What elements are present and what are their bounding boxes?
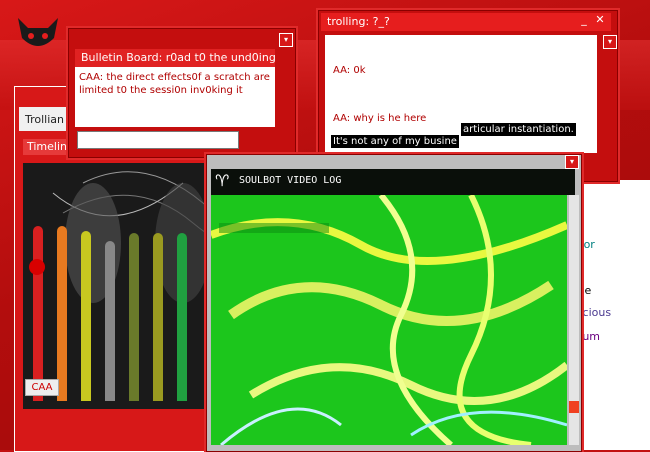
chat-line: AA: why is he here (333, 113, 427, 124)
minimize-icon[interactable]: _ (577, 13, 591, 26)
menu-dropdown-icon[interactable]: ▾ (279, 33, 293, 47)
video-image (211, 195, 567, 445)
aries-symbol-icon: ♈ (215, 171, 230, 190)
timeline-marker[interactable] (29, 259, 45, 275)
video-scrollbar-thumb[interactable] (569, 401, 579, 413)
selected-text: It's not any of my busine (331, 135, 459, 148)
video-window: ▾ ♈ SOULBOT VIDEO LOG (206, 154, 582, 452)
bulletin-titlebar[interactable]: Bulletin Board: r0ad t0 the und0ing ... (75, 49, 275, 67)
close-icon[interactable]: ✕ (593, 13, 607, 26)
chat-title: trolling: ?_? (327, 15, 390, 28)
text-cursor-icon: I (449, 134, 453, 148)
timeline-bar-olive[interactable] (129, 233, 139, 401)
timeline-bar-khaki[interactable] (153, 233, 163, 401)
chat-line: AA: 0k (333, 65, 366, 76)
video-title: SOULBOT VIDEO LOG (239, 175, 342, 186)
timeline-bar-grey[interactable] (105, 241, 115, 401)
video-frame[interactable] (211, 195, 567, 445)
timeline-bar-orange[interactable] (57, 226, 67, 401)
video-header: ♈ SOULBOT VIDEO LOG (211, 169, 575, 195)
timeline-bar-green[interactable] (177, 233, 187, 401)
bulletin-content: CAA: the direct effects0f a scratch are … (75, 67, 275, 127)
timeline-bar-red[interactable] (33, 226, 43, 401)
timeline-bar-yellow[interactable] (81, 231, 91, 401)
bulletin-input[interactable] (77, 131, 239, 149)
troll-logo-icon (18, 18, 58, 46)
selected-text: articular instantiation. (461, 123, 576, 136)
menu-dropdown-icon[interactable]: ▾ (565, 155, 579, 169)
menu-dropdown-icon[interactable]: ▾ (603, 35, 617, 49)
chat-titlebar[interactable]: trolling: ?_? (321, 13, 611, 31)
chat-log: AA: 0k AA: why is he here articular inst… (325, 35, 597, 153)
trollian-title: Trollian (25, 113, 64, 126)
caa-label: CAA (25, 379, 59, 396)
bulletin-window: Bulletin Board: r0ad t0 the und0ing ... … (68, 28, 296, 158)
